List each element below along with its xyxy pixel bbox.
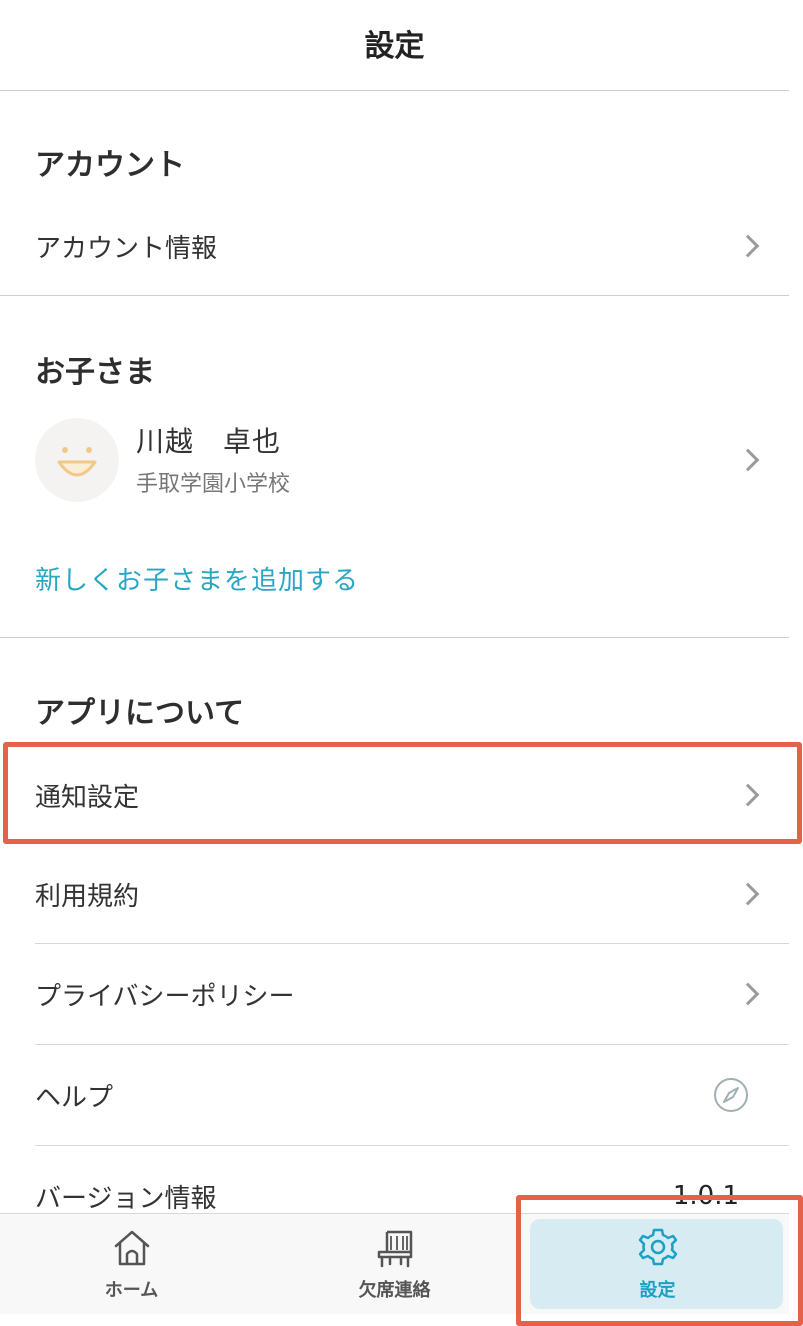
notification-settings-row[interactable]: 通知設定: [0, 745, 789, 845]
section-title-app: アプリについて: [35, 696, 245, 731]
version-info-label: バージョン情報: [35, 1183, 217, 1214]
chevron-right-icon: [736, 234, 760, 258]
section-title-children: お子さま: [35, 355, 155, 390]
header-bar: 設定: [0, 0, 789, 91]
divider: [0, 295, 789, 296]
chevron-right-icon: [736, 783, 760, 807]
account-info-label: アカウント情報: [35, 233, 218, 264]
notification-settings-label: 通知設定: [35, 782, 140, 813]
privacy-policy-row[interactable]: プライバシーポリシー: [0, 944, 789, 1044]
chevron-right-icon: [736, 882, 760, 906]
tab-settings[interactable]: 設定: [526, 1214, 789, 1314]
chevron-right-icon: [736, 448, 760, 472]
child-school: 手取学園小学校: [136, 472, 291, 497]
help-row[interactable]: ヘルプ: [0, 1045, 789, 1145]
tab-settings-label: 設定: [639, 1280, 676, 1301]
home-icon: [114, 1230, 149, 1266]
tab-bar: ホーム 欠席連絡 設定: [0, 1213, 789, 1314]
chevron-right-icon: [736, 982, 760, 1006]
add-child-link[interactable]: 新しくお子さまを追加する: [35, 560, 359, 597]
version-value: 1.0.1: [672, 1181, 739, 1211]
help-label: ヘルプ: [35, 1082, 114, 1113]
privacy-policy-label: プライバシーポリシー: [35, 981, 295, 1012]
account-info-row[interactable]: アカウント情報: [0, 200, 789, 292]
child-row[interactable]: 川越 卓也 手取学園小学校: [0, 410, 789, 510]
tab-home[interactable]: ホーム: [0, 1214, 263, 1314]
tab-home-label: ホーム: [104, 1280, 159, 1301]
chair-icon: [377, 1230, 412, 1268]
terms-row[interactable]: 利用規約: [0, 845, 789, 943]
page-title: 設定: [364, 29, 425, 64]
gear-icon: [638, 1228, 677, 1266]
child-name: 川越 卓也: [136, 425, 282, 458]
terms-label: 利用規約: [35, 881, 140, 912]
divider: [0, 637, 789, 638]
smiley-face-icon: [57, 447, 97, 477]
section-title-account: アカウント: [35, 148, 185, 183]
compass-icon: [714, 1078, 748, 1112]
tab-absence[interactable]: 欠席連絡: [263, 1214, 526, 1314]
avatar: [35, 418, 119, 502]
tab-absence-label: 欠席連絡: [358, 1280, 431, 1301]
